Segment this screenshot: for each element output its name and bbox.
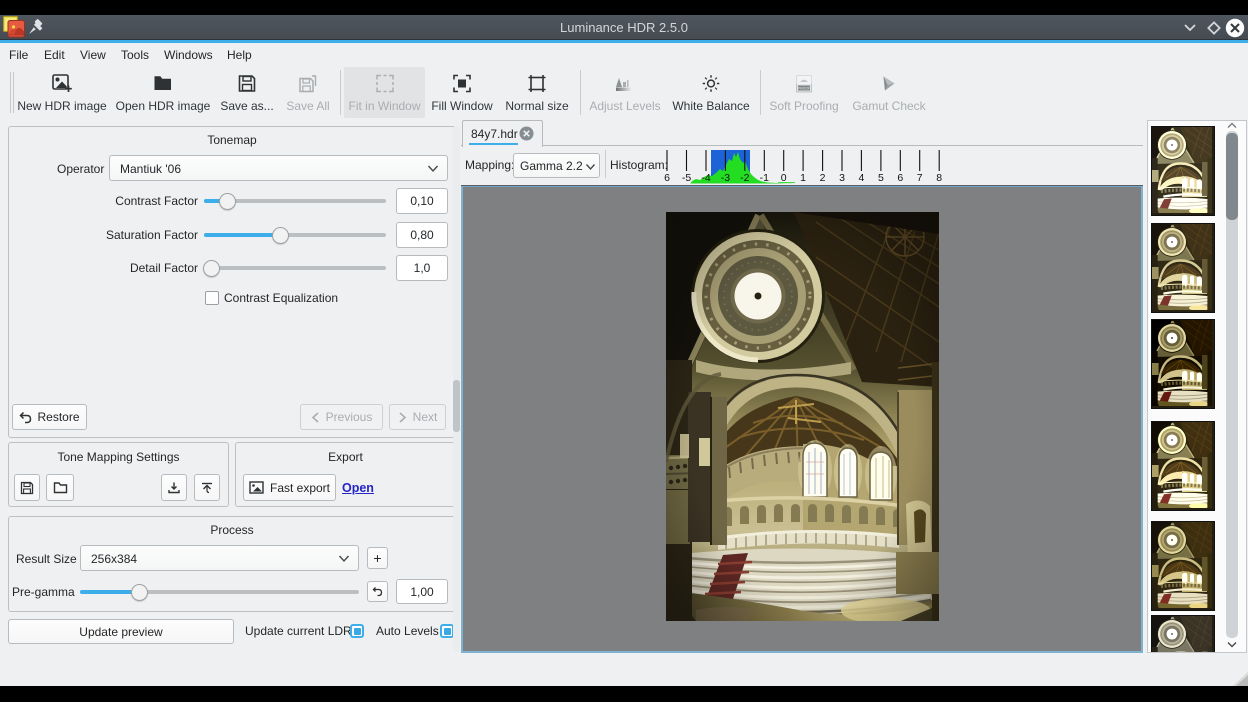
svg-text:6: 6 bbox=[664, 172, 670, 184]
svg-text:-5: -5 bbox=[682, 172, 691, 184]
svg-text:-1: -1 bbox=[760, 172, 769, 184]
svg-text:6: 6 bbox=[897, 172, 903, 184]
svg-text:8: 8 bbox=[936, 172, 942, 184]
svg-text:1: 1 bbox=[800, 172, 806, 184]
svg-text:5: 5 bbox=[878, 172, 884, 184]
svg-text:PROOF: PROOF bbox=[798, 87, 810, 91]
svg-text:4: 4 bbox=[858, 172, 864, 184]
svg-text:0: 0 bbox=[781, 172, 787, 184]
svg-text:3: 3 bbox=[839, 172, 845, 184]
svg-text:-2: -2 bbox=[740, 172, 749, 184]
svg-text:-4: -4 bbox=[701, 172, 710, 184]
svg-text:-3: -3 bbox=[721, 172, 730, 184]
svg-text:2: 2 bbox=[820, 172, 826, 184]
svg-text:7: 7 bbox=[917, 172, 923, 184]
